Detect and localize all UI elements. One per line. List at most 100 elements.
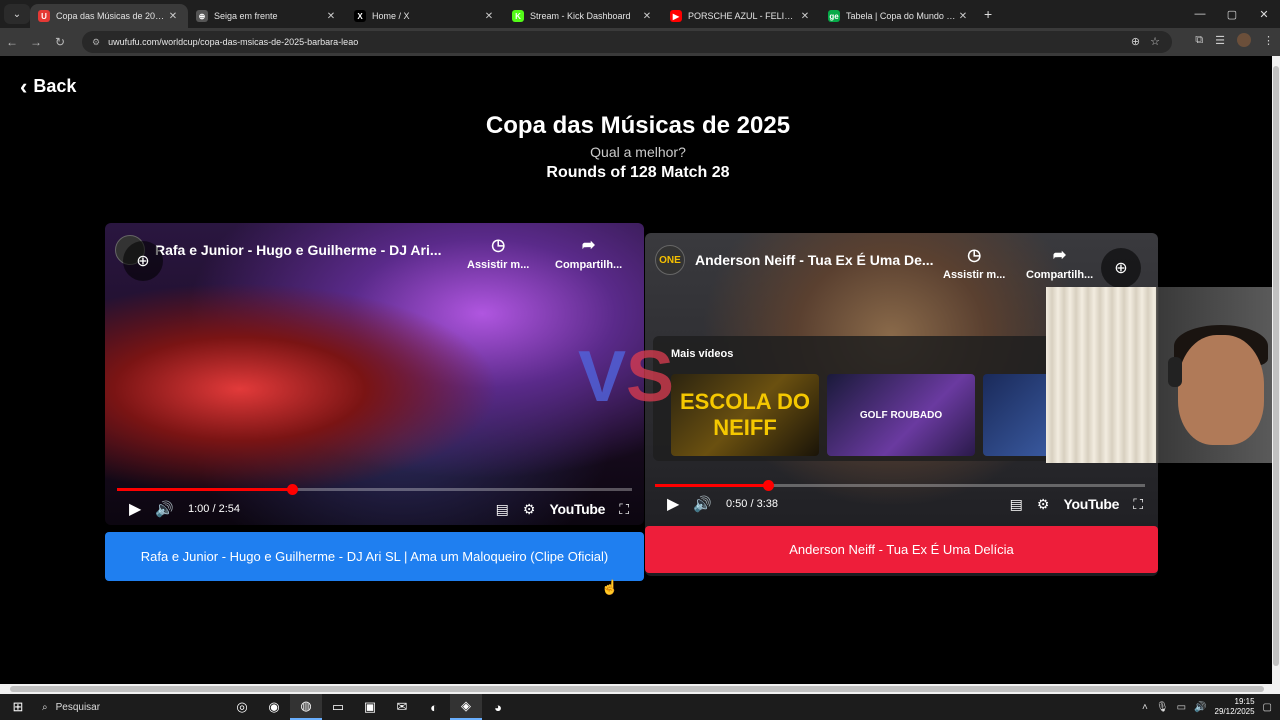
taskbar-search[interactable]: ⌕ Pesquisar xyxy=(36,694,226,720)
profile-avatar[interactable] xyxy=(1237,33,1251,47)
settings-gear-icon[interactable]: ⚙ xyxy=(523,501,536,518)
webcam-face xyxy=(1178,335,1264,445)
minimize-button[interactable]: — xyxy=(1184,0,1216,28)
chrome-icon[interactable]: ◍ xyxy=(290,694,322,720)
left-video-time: 1:00 / 2:54 xyxy=(188,503,240,515)
versus-s: S xyxy=(626,337,675,417)
file-explorer-icon[interactable]: ▭ xyxy=(322,694,354,720)
clock[interactable]: 19:15 29/12/2025 xyxy=(1215,697,1255,717)
settings-gear-icon[interactable]: ⚙ xyxy=(1037,496,1050,513)
chevron-up-icon[interactable]: ˄ xyxy=(1142,702,1148,713)
windows-start-icon[interactable]: ⊞ xyxy=(0,699,36,715)
left-video-player[interactable]: Rafa e Junior - Hugo e Guilherme - DJ Ar… xyxy=(105,223,644,525)
bookmark-star-icon[interactable]: ☆ xyxy=(1150,35,1160,48)
copilot-icon[interactable]: ◎ xyxy=(226,694,258,720)
reload-button[interactable]: ↻ xyxy=(48,35,72,49)
browser-tab[interactable]: K Stream - Kick Dashboard ✕ xyxy=(504,4,662,28)
tab-label: PORSCHE AZUL - FELIPE BEATS xyxy=(688,11,798,21)
url-text: uwufufu.com/worldcup/copa-das-msicas-de-… xyxy=(108,37,359,47)
right-option-button[interactable]: Anderson Neiff - Tua Ex É Uma Delícia xyxy=(645,526,1158,573)
left-video-title[interactable]: Rafa e Junior - Hugo e Guilherme - DJ Ar… xyxy=(155,242,442,258)
mail-icon[interactable]: ✉ xyxy=(386,694,418,720)
tab-list-icon[interactable]: ☰ xyxy=(1215,34,1225,47)
left-progress-knob[interactable] xyxy=(287,484,299,495)
play-icon[interactable]: ▶ xyxy=(129,499,141,519)
speaker-icon[interactable]: 🔊 xyxy=(1194,702,1206,713)
right-video-title[interactable]: Anderson Neiff - Tua Ex É Uma De... xyxy=(695,252,934,268)
left-progress-bar[interactable] xyxy=(117,484,632,495)
store-icon[interactable]: ▣ xyxy=(354,694,386,720)
tab-favicon-icon: U xyxy=(38,10,50,22)
edge-icon[interactable]: ◉ xyxy=(258,694,290,720)
suggested-video-thumbnail[interactable]: ESCOLA DO NEIFF xyxy=(671,374,819,456)
browser-tab[interactable]: U Copa das Músicas de 2025 | U✕ xyxy=(30,4,188,28)
zoom-icon[interactable]: ⊕ xyxy=(1131,35,1140,48)
page-content: ‹ Back Copa das Músicas de 2025 Qual a m… xyxy=(0,56,1272,684)
channel-avatar[interactable]: ONE xyxy=(655,245,685,275)
forward-nav-button[interactable]: → xyxy=(24,35,48,49)
back-nav-button[interactable]: ← xyxy=(0,35,24,49)
volume-icon[interactable]: 🔊 xyxy=(155,500,174,518)
tab-close-icon[interactable]: ✕ xyxy=(482,11,496,22)
tab-label: Stream - Kick Dashboard xyxy=(530,11,631,21)
watch-later-button[interactable]: ◷ Assistir m... xyxy=(467,235,529,271)
discord-icon[interactable]: ◕ xyxy=(482,694,514,720)
tab-favicon-icon: ▶ xyxy=(670,10,682,22)
scrollbar-thumb[interactable] xyxy=(1273,66,1279,666)
tab-close-icon[interactable]: ✕ xyxy=(166,11,180,22)
youtube-logo[interactable]: YouTube xyxy=(1063,496,1119,512)
tab-search-button[interactable]: ⌄ xyxy=(4,4,30,24)
network-icon[interactable]: ▭ xyxy=(1177,702,1186,713)
tab-close-icon[interactable]: ✕ xyxy=(956,11,970,22)
extensions-icon[interactable]: ⧉ xyxy=(1195,34,1203,47)
notification-icon[interactable]: ▢ xyxy=(1263,702,1272,713)
browser-tab[interactable]: ge Tabela | Copa do Mundo | ge | e✕ xyxy=(820,4,978,28)
hand-cursor-icon: ☝ xyxy=(601,579,619,595)
back-button[interactable]: ‹ Back xyxy=(20,75,76,97)
suggested-video-thumbnail[interactable]: GOLF ROUBADO xyxy=(827,374,975,456)
maximize-button[interactable]: ▢ xyxy=(1216,0,1248,28)
left-option-button[interactable]: Rafa e Junior - Hugo e Guilherme - DJ Ar… xyxy=(105,532,644,581)
share-button[interactable]: ➦ Compartilh... xyxy=(1026,245,1093,281)
new-tab-button[interactable]: + xyxy=(984,6,992,22)
site-info-icon[interactable]: ⚙ xyxy=(92,37,100,48)
tab-close-icon[interactable]: ✕ xyxy=(640,11,654,22)
share-button[interactable]: ➦ Compartilh... xyxy=(555,235,622,271)
volume-icon[interactable]: 🔊 xyxy=(693,495,712,513)
browser-tab[interactable]: ▶ PORSCHE AZUL - FELIPE BEATS✕ xyxy=(662,4,820,28)
close-window-button[interactable]: ✕ xyxy=(1248,0,1280,28)
watch-later-label: Assistir m... xyxy=(467,259,530,271)
tab-close-icon[interactable]: ✕ xyxy=(324,11,338,22)
tab-favicon-icon: X xyxy=(354,10,366,22)
system-tray: ˄ 🎙 ▭ 🔊 19:15 29/12/2025 ▢ xyxy=(1142,694,1272,720)
browser-tab[interactable]: ⊕ Seiga em frente ✕ xyxy=(188,4,346,28)
subtitles-icon[interactable]: ▤ xyxy=(1010,496,1023,513)
browser-menu-icon[interactable]: ⋮ xyxy=(1263,34,1274,47)
tab-label: Home / X xyxy=(372,11,410,21)
tab-close-icon[interactable]: ✕ xyxy=(798,11,812,22)
obs-icon[interactable]: ◐ xyxy=(418,694,450,720)
url-field[interactable]: ⚙ uwufufu.com/worldcup/copa-das-msicas-d… xyxy=(82,31,1172,53)
browser-tab[interactable]: X Home / X ✕ xyxy=(346,4,504,28)
webcam-overlay xyxy=(1046,287,1272,463)
zoom-in-icon[interactable]: ⊕ xyxy=(123,241,163,281)
versus-label: VS xyxy=(578,341,674,413)
suggested-video-thumbnail[interactable] xyxy=(983,374,1053,456)
clock-icon: ◷ xyxy=(491,237,506,254)
game-launcher-icon[interactable]: ◈ xyxy=(450,694,482,720)
search-label: Pesquisar xyxy=(55,701,101,713)
fullscreen-icon[interactable]: ⛶ xyxy=(619,501,629,518)
page-subtitle: Qual a melhor? xyxy=(590,144,686,160)
microphone-icon[interactable]: 🎙 xyxy=(1156,702,1169,713)
watch-later-button[interactable]: ◷ Assistir m... xyxy=(943,245,1005,281)
scrollbar-thumb[interactable] xyxy=(10,686,1264,692)
play-icon[interactable]: ▶ xyxy=(667,494,679,514)
fullscreen-icon[interactable]: ⛶ xyxy=(1133,496,1143,513)
youtube-logo[interactable]: YouTube xyxy=(549,501,605,517)
right-progress-knob[interactable] xyxy=(762,480,774,491)
horizontal-scrollbar[interactable] xyxy=(0,684,1280,694)
zoom-in-icon[interactable]: ⊕ xyxy=(1101,248,1141,288)
subtitles-icon[interactable]: ▤ xyxy=(496,501,509,518)
right-progress-bar[interactable] xyxy=(655,480,1145,491)
vertical-scrollbar[interactable] xyxy=(1272,56,1280,684)
